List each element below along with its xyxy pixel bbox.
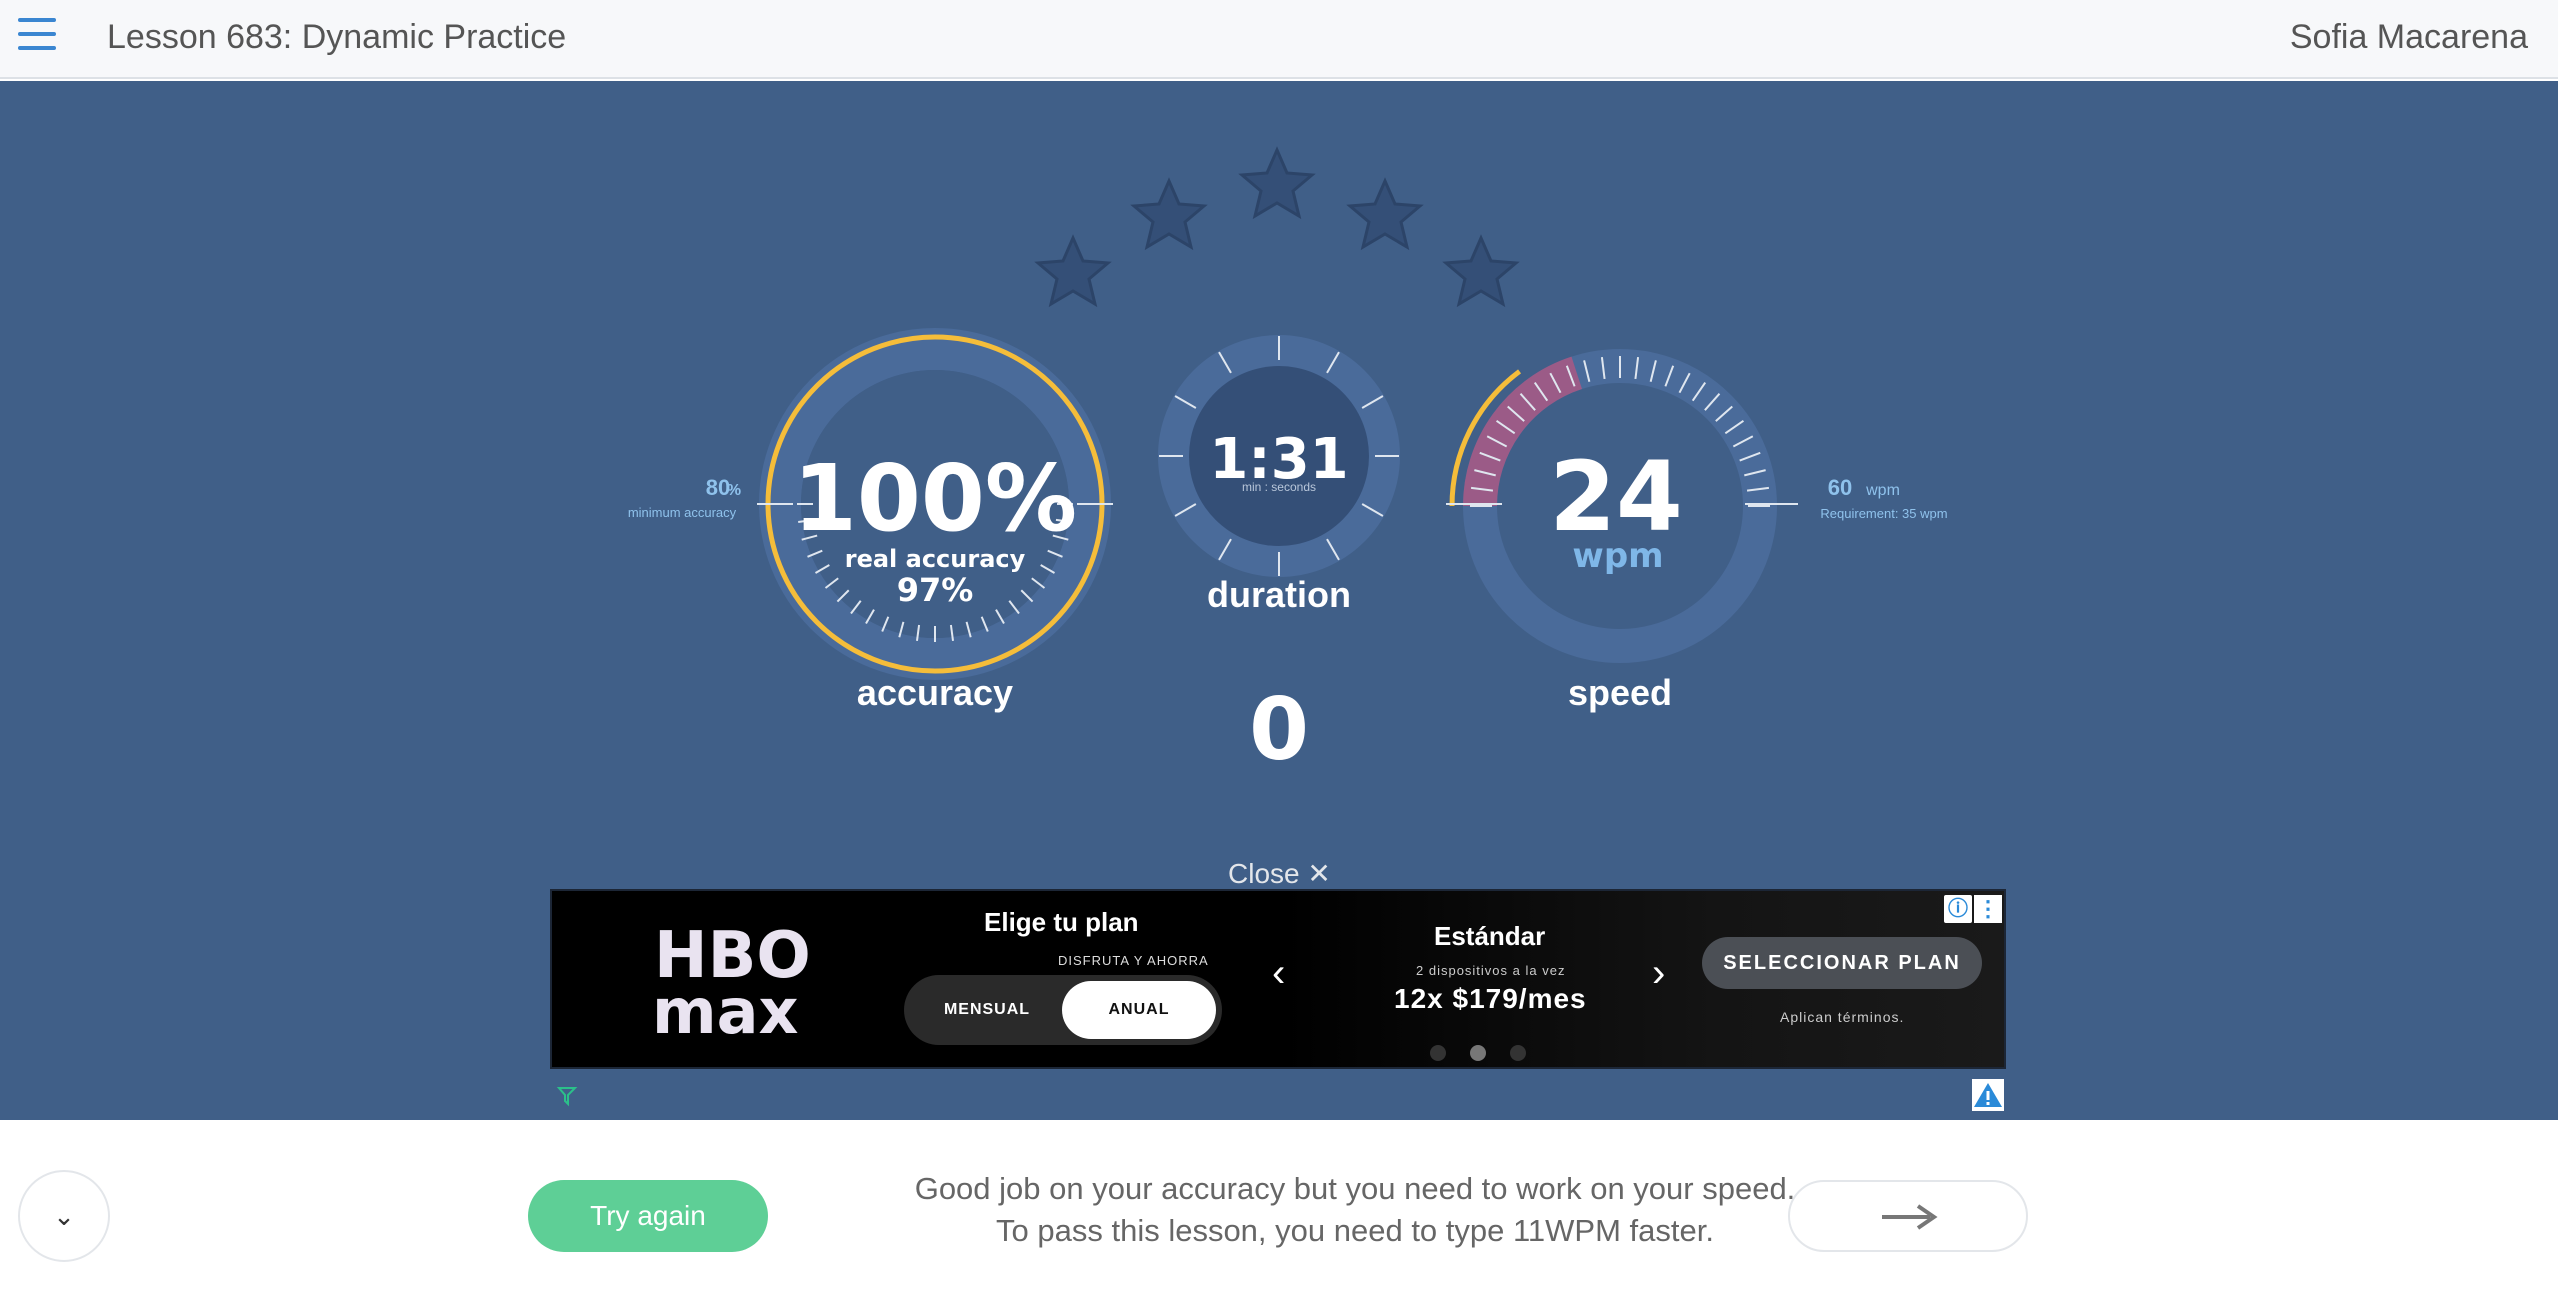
message-line-1: Good job on your accuracy but you need t… xyxy=(914,1171,1796,1206)
plan-title: Elige tu plan xyxy=(984,907,1139,937)
plan-devices: 2 dispositivos a la vez xyxy=(1416,963,1566,978)
plan-subtitle: DISFRUTA Y AHORRA xyxy=(1058,953,1209,968)
min-accuracy-unit: % xyxy=(727,482,741,499)
close-icon: ✕ xyxy=(1307,858,1331,889)
user-name[interactable]: Sofia Macarena xyxy=(2290,18,2528,57)
results-panel: 100% real accuracy 97% accuracy 80 % min… xyxy=(0,81,2558,1120)
next-lesson-button[interactable] xyxy=(1788,1180,2028,1252)
chevron-left-icon[interactable]: ‹ xyxy=(1272,951,1285,996)
carousel-dot-active[interactable] xyxy=(1470,1045,1486,1061)
carousel-dot[interactable] xyxy=(1510,1045,1526,1061)
hbo-max-logo: HBO max xyxy=(652,921,811,1041)
star-icon xyxy=(1346,177,1424,251)
real-accuracy-value: 97% xyxy=(897,571,974,609)
top-bar: Lesson 683: Dynamic Practice Sofia Macar… xyxy=(0,0,2558,79)
duration-counter: 0 xyxy=(1249,680,1309,780)
speed-target-value: 60 xyxy=(1828,475,1852,500)
accuracy-value: 100% xyxy=(793,445,1077,552)
chevron-right-icon[interactable]: › xyxy=(1652,951,1665,996)
results-gauges: 100% real accuracy 97% accuracy 80 % min… xyxy=(628,146,1948,780)
svg-text:max: max xyxy=(652,975,798,1041)
close-ad-button[interactable]: Close ✕ xyxy=(1228,857,1331,890)
plan-toggle: MENSUAL ANUAL xyxy=(904,975,1222,1045)
duration-label: duration xyxy=(1207,574,1351,615)
rating-stars xyxy=(1034,146,1520,308)
carousel-dot[interactable] xyxy=(1430,1045,1446,1061)
terms-text: Aplican términos. xyxy=(1780,1009,1905,1025)
min-accuracy-label: minimum accuracy xyxy=(628,505,737,520)
star-icon xyxy=(1442,234,1520,308)
plan-name: Estándar xyxy=(1434,921,1546,951)
result-message: Good job on your accuracy but you need t… xyxy=(790,1168,1920,1252)
accuracy-gauge: 100% real accuracy 97% accuracy 80 % min… xyxy=(628,328,1113,713)
real-accuracy-label: real accuracy xyxy=(845,545,1026,573)
lesson-title: Lesson 683: Dynamic Practice xyxy=(107,18,567,56)
footer-bar: ⌄ Try again Good job on your accuracy bu… xyxy=(0,1120,2558,1308)
try-again-button[interactable]: Try again xyxy=(528,1180,768,1252)
arrow-right-icon xyxy=(1882,1204,1938,1230)
ad-choices-icon[interactable] xyxy=(556,1085,578,1107)
carousel-dots xyxy=(1430,1045,1550,1066)
ad-menu-icon[interactable]: ⋮ xyxy=(1974,895,2002,923)
speed-gauge: 24 wpm speed 60 wpm Requirement: 35 wpm xyxy=(1446,349,1948,713)
star-icon xyxy=(1238,146,1316,220)
message-line-2: To pass this lesson, you need to type 11… xyxy=(996,1213,1714,1248)
ad-info-icon[interactable]: ⓘ xyxy=(1944,895,1972,923)
speed-unit: wpm xyxy=(1572,536,1663,576)
ad-banner[interactable]: HBO max Elige tu plan DISFRUTA Y AHORRA … xyxy=(550,889,2006,1069)
select-plan-button[interactable]: SELECCIONAR PLAN xyxy=(1702,937,1982,989)
duration-unit: min : seconds xyxy=(1242,480,1316,494)
plan-price: 12x $179/mes xyxy=(1394,983,1587,1014)
hamburger-menu-icon[interactable] xyxy=(16,16,60,56)
close-ad-label: Close xyxy=(1228,858,1300,889)
ad-warning-icon[interactable] xyxy=(1972,1079,2004,1111)
accuracy-label: accuracy xyxy=(857,672,1013,713)
speed-requirement: Requirement: 35 wpm xyxy=(1820,506,1947,521)
star-icon xyxy=(1034,234,1112,308)
annual-option[interactable]: ANUAL xyxy=(1062,981,1216,1039)
duration-gauge: 1:31 min : seconds duration 0 xyxy=(1158,335,1400,780)
star-icon xyxy=(1130,177,1208,251)
speed-label: speed xyxy=(1568,672,1672,713)
chevron-down-icon[interactable]: ⌄ xyxy=(18,1170,110,1262)
speed-target-unit: wpm xyxy=(1865,482,1900,499)
monthly-option[interactable]: MENSUAL xyxy=(910,981,1064,1039)
